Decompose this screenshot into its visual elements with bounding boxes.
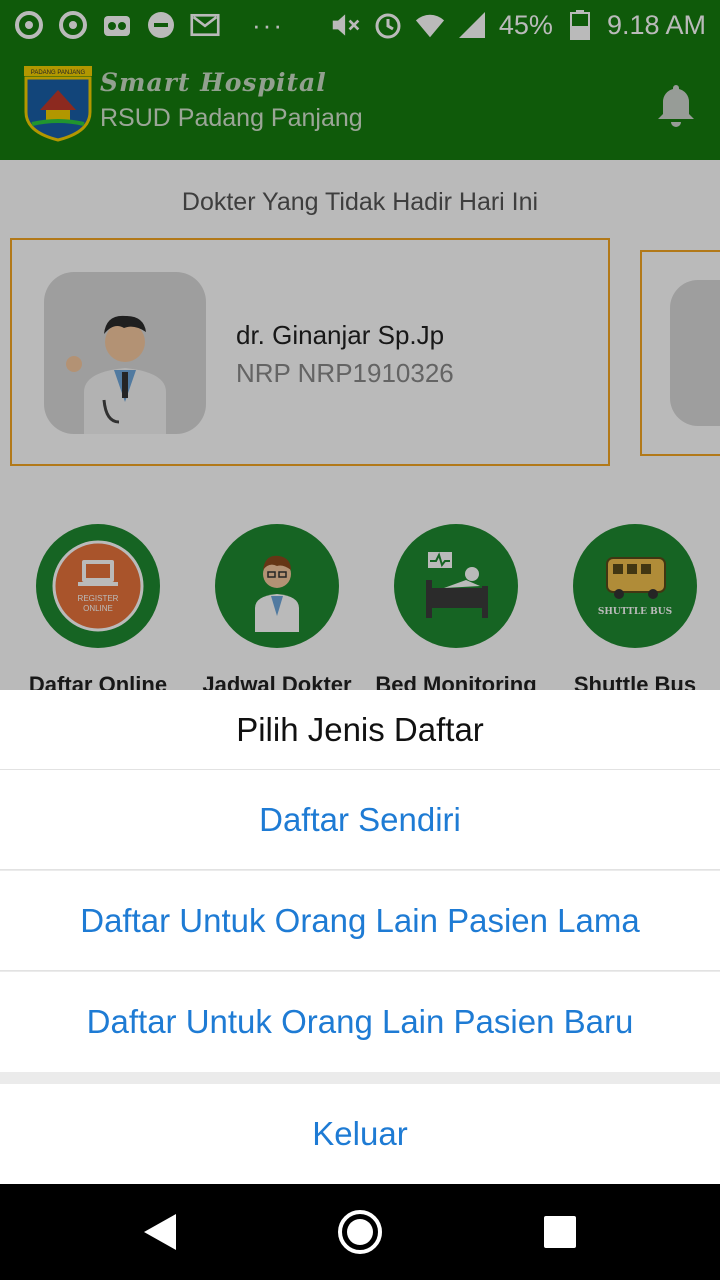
back-icon[interactable] (142, 1212, 178, 1257)
keluar-button[interactable]: Keluar (0, 1084, 720, 1184)
action-sheet-title: Pilih Jenis Daftar (0, 690, 720, 770)
option-daftar-sendiri[interactable]: Daftar Sendiri (0, 770, 720, 870)
navigation-bar (0, 1184, 720, 1280)
option-daftar-pasien-baru[interactable]: Daftar Untuk Orang Lain Pasien Baru (0, 972, 720, 1072)
home-icon[interactable] (336, 1208, 384, 1261)
recent-apps-icon[interactable] (544, 1216, 576, 1248)
register-type-action-sheet: Pilih Jenis Daftar Daftar Sendiri Daftar… (0, 690, 720, 1184)
option-daftar-pasien-lama[interactable]: Daftar Untuk Orang Lain Pasien Lama (0, 871, 720, 971)
